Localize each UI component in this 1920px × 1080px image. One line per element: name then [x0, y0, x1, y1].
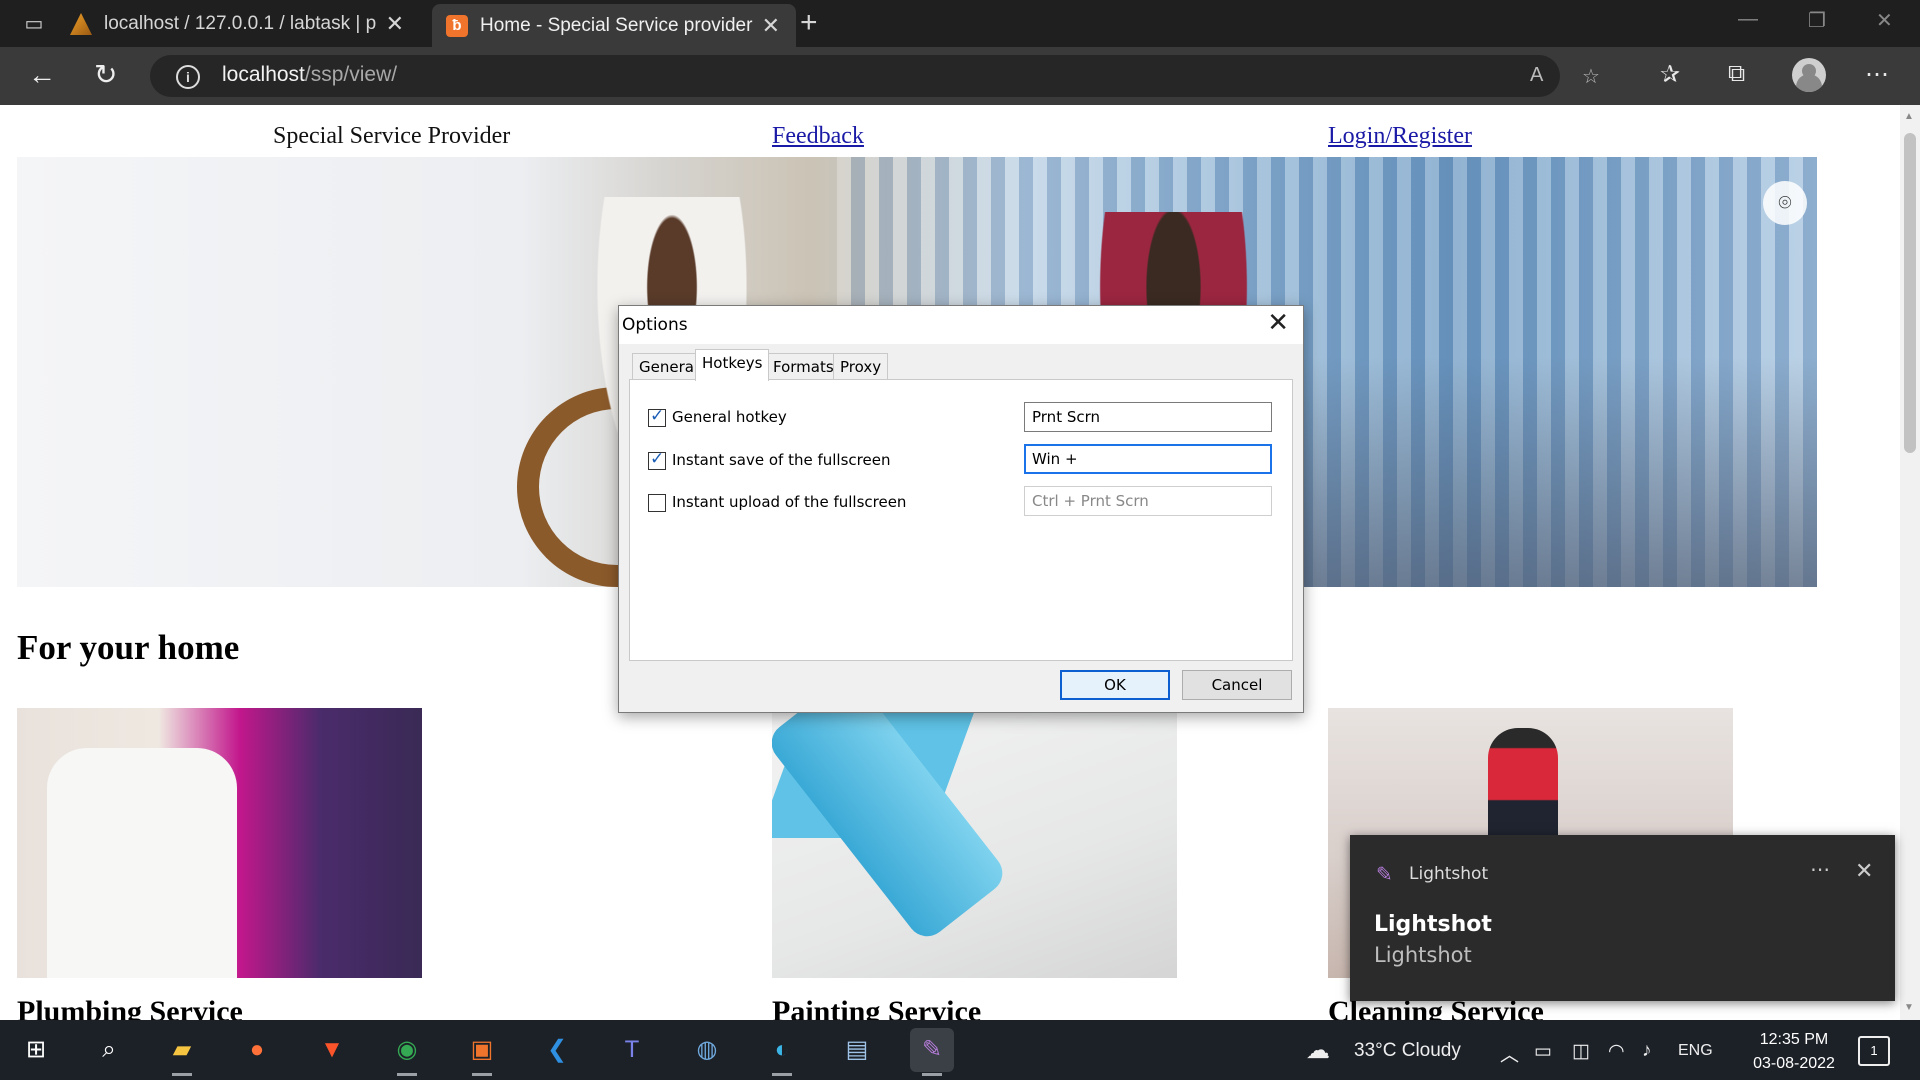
phpmyadmin-favicon-icon: [70, 12, 92, 35]
notification-icon[interactable]: 1: [1858, 1036, 1890, 1066]
address-bar[interactable]: i localhost/ssp/view/ A ☆: [150, 55, 1600, 97]
add-favorite-icon[interactable]: ☆: [1582, 64, 1600, 89]
sink-shape: [47, 748, 237, 978]
edge-icon[interactable]: ◐: [760, 1028, 804, 1076]
firefox-icon[interactable]: ●: [235, 1028, 279, 1072]
xampp-icon[interactable]: ▣: [460, 1028, 504, 1076]
teams-icon[interactable]: T: [610, 1028, 654, 1072]
lightshot-toast[interactable]: ✎ Lightshot ⋯ ✕ Lightshot Lightshot: [1350, 835, 1895, 1001]
close-icon[interactable]: ✕: [1267, 308, 1289, 338]
login-register-link[interactable]: Login/Register: [1328, 123, 1472, 150]
profile-icon[interactable]: [1792, 58, 1826, 92]
meet-now-icon[interactable]: ◫: [1572, 1040, 1590, 1063]
chevron-up-icon[interactable]: ︿: [1500, 1040, 1519, 1067]
general-hotkey-field[interactable]: [1024, 402, 1272, 432]
address-toolbar: ← ↻ i localhost/ssp/view/ A ☆ ✰ ⧉ ⋯: [0, 47, 1920, 105]
close-icon[interactable]: ✕: [1855, 859, 1873, 884]
windows-start-icon[interactable]: ⊞: [14, 1028, 58, 1072]
language-indicator[interactable]: ENG: [1678, 1042, 1713, 1060]
hotkeys-panel: General hotkey Instant save of the fulls…: [629, 379, 1293, 661]
remote-app-icon[interactable]: ▤: [835, 1028, 879, 1072]
battery-icon[interactable]: ▭: [1534, 1040, 1552, 1063]
section-heading: For your home: [17, 628, 240, 667]
more-icon[interactable]: ⋯: [1810, 857, 1830, 881]
page-scrollbar[interactable]: ▲ ▼: [1900, 105, 1920, 1020]
clock-date: 03-08-2022: [1753, 1055, 1835, 1072]
browser-tab-bar: ▭ localhost / 127.0.0.1 / labtask | p ✕ …: [0, 0, 1920, 47]
refresh-icon[interactable]: ↻: [94, 60, 117, 90]
tab-home-ssp[interactable]: ƀ Home - Special Service provider ✕: [432, 4, 796, 47]
restore-icon[interactable]: ❐: [1808, 8, 1826, 33]
tab-close-icon[interactable]: ✕: [386, 0, 404, 47]
new-tab-button[interactable]: +: [800, 6, 818, 40]
painting-image: [772, 708, 1177, 978]
lightshot-icon: ✎: [1376, 862, 1393, 886]
toast-app-name: Lightshot: [1409, 864, 1489, 884]
wifi-icon[interactable]: ◠: [1608, 1040, 1625, 1063]
search-icon[interactable]: ⌕: [87, 1028, 131, 1072]
instant-save-field[interactable]: [1024, 444, 1272, 474]
tab-proxy[interactable]: Proxy: [833, 353, 889, 380]
ok-button[interactable]: OK: [1060, 670, 1170, 700]
globe-app-icon[interactable]: ◍: [685, 1028, 729, 1072]
scrollbar-thumb[interactable]: [1904, 133, 1916, 453]
toast-title: Lightshot: [1374, 912, 1492, 937]
tab-hotkeys[interactable]: Hotkeys: [695, 349, 770, 381]
url-text[interactable]: localhost/ssp/view/: [222, 63, 397, 87]
scroll-up-icon[interactable]: ▲: [1904, 111, 1914, 122]
toast-body: Lightshot: [1374, 943, 1472, 967]
site-title: Special Service Provider: [273, 123, 511, 149]
chrome-icon[interactable]: ◉: [385, 1028, 429, 1076]
instant-upload-checkbox[interactable]: [648, 494, 666, 512]
tab-label: Home - Special Service provider: [480, 15, 753, 36]
back-icon[interactable]: ←: [28, 60, 56, 90]
volume-icon[interactable]: ♪: [1642, 1040, 1652, 1062]
cloud-icon[interactable]: ☁: [1306, 1036, 1330, 1065]
instant-upload-field[interactable]: [1024, 486, 1272, 516]
visual-search-icon[interactable]: ⌾: [1763, 181, 1807, 225]
taskbar: ⊞ ⌕ ▰ ● ▼ ◉ ▣ ❮ T ◍ ◐ ▤ ✎ ☁ 33°C Cloudy …: [0, 1020, 1920, 1080]
cancel-button[interactable]: Cancel: [1182, 670, 1292, 700]
card-label-painting: Painting Service: [772, 995, 982, 1020]
weather-text[interactable]: 33°C Cloudy: [1354, 1040, 1461, 1062]
feedback-link[interactable]: Feedback: [772, 123, 864, 150]
instant-save-checkbox[interactable]: [648, 449, 666, 470]
instant-upload-label: Instant upload of the fullscreen: [672, 493, 907, 511]
tab-close-icon[interactable]: ✕: [762, 4, 780, 47]
window-close-icon[interactable]: ✕: [1876, 8, 1893, 33]
dialog-titlebar[interactable]: Options ✕: [619, 306, 1303, 344]
read-aloud-icon[interactable]: A: [1530, 64, 1543, 87]
general-hotkey-checkbox[interactable]: [648, 406, 666, 427]
brave-icon[interactable]: ▼: [310, 1028, 354, 1072]
scroll-down-icon[interactable]: ▼: [1904, 1002, 1914, 1013]
file-explorer-icon[interactable]: ▰: [160, 1028, 204, 1076]
minimize-icon[interactable]: —: [1738, 8, 1758, 31]
more-icon[interactable]: ⋯: [1865, 60, 1889, 89]
general-hotkey-label: General hotkey: [672, 408, 787, 426]
clock-time: 12:35 PM: [1759, 1031, 1829, 1048]
options-dialog: Options ✕ General Hotkeys Formats Proxy …: [618, 305, 1304, 713]
plumbing-image: [17, 708, 422, 978]
lightshot-icon[interactable]: ✎: [910, 1028, 954, 1076]
vscode-icon[interactable]: ❮: [535, 1028, 579, 1072]
collections-icon[interactable]: ⧉: [1728, 60, 1745, 88]
favorites-icon[interactable]: ✰: [1660, 60, 1680, 89]
tab-formats[interactable]: Formats: [766, 353, 841, 380]
sidebar-tabs-icon[interactable]: ▭: [20, 11, 48, 37]
hero-floor: [1297, 357, 1817, 587]
tab-phpmyadmin[interactable]: localhost / 127.0.0.1 / labtask | p ✕: [70, 0, 420, 47]
info-icon[interactable]: i: [176, 65, 200, 89]
dialog-title: Options: [622, 315, 688, 335]
instant-save-label: Instant save of the fullscreen: [672, 451, 891, 469]
xampp-favicon-icon: ƀ: [446, 14, 468, 37]
clock[interactable]: 12:35 PM 03-08-2022: [1734, 1028, 1854, 1076]
tab-label: localhost / 127.0.0.1 / labtask | p: [104, 13, 377, 34]
card-label-plumbing: Plumbing Service: [17, 995, 243, 1020]
